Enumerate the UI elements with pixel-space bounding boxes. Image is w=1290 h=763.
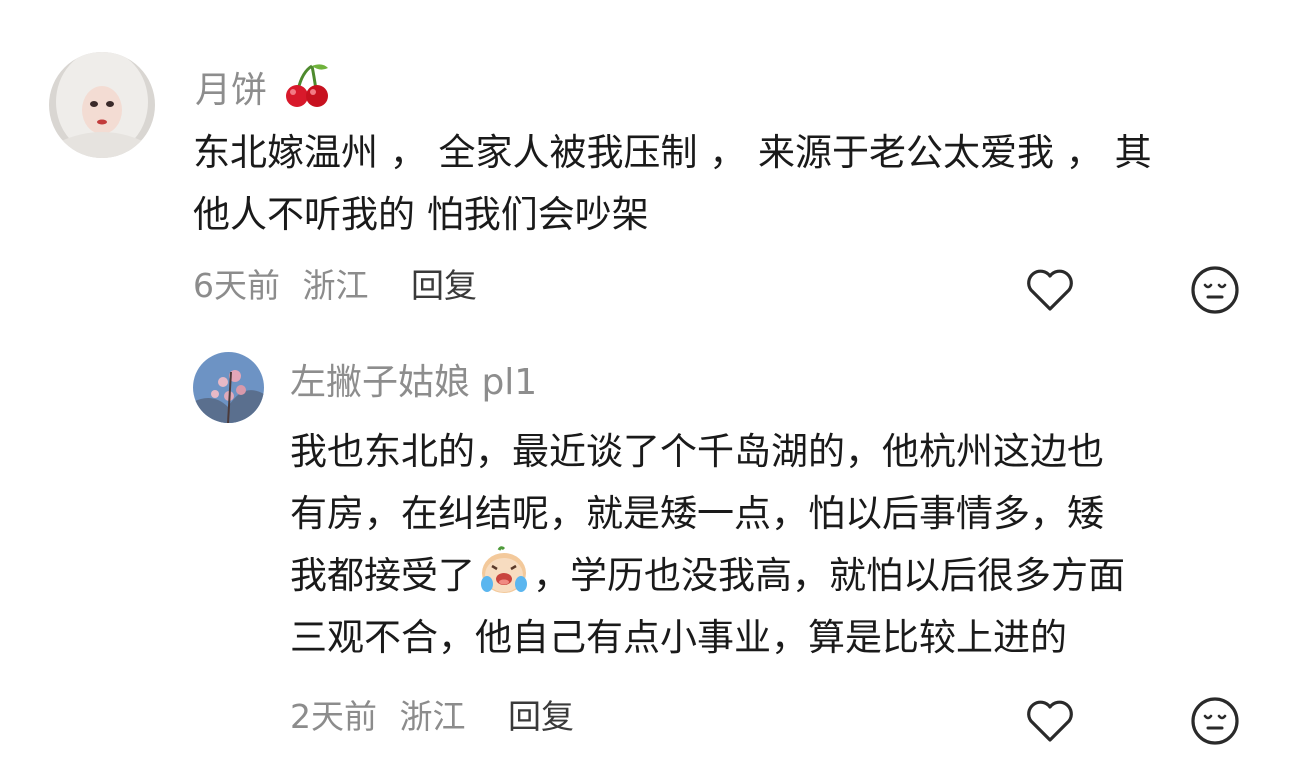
avatar-yuebing[interactable]: [49, 52, 155, 158]
unhappy-face-icon: [1191, 266, 1239, 314]
crying-sticker-icon: [477, 546, 531, 615]
heart-like-icon: [1027, 269, 1073, 311]
comment-line: 东北嫁温州 ， 全家人被我压制 ， 来源于老公太爱我 ， 其: [193, 131, 1152, 174]
reply-line: 三观不合，他自己有点小事业，算是比较上进的: [290, 616, 1067, 659]
comment-reply-button[interactable]: 回复: [411, 266, 477, 305]
reply-username[interactable]: 左撇子姑娘 pl1: [290, 361, 537, 405]
cherries-icon: [282, 60, 332, 121]
reply-line: 我都接受了 ，学历也没我高，就怕以后很多方面: [290, 545, 1125, 607]
heart-like-icon: [1027, 700, 1073, 742]
reply-location: 浙江: [399, 697, 466, 736]
avatar-zuopiezi[interactable]: [193, 352, 264, 423]
reply-reply-button[interactable]: 回复: [508, 697, 574, 736]
reply-like-button[interactable]: [1022, 693, 1078, 749]
comment-line: 他人不听我的 怕我们会吵架: [193, 193, 649, 236]
comment-username[interactable]: 月饼: [195, 60, 332, 121]
unhappy-face-icon: [1191, 697, 1239, 745]
reply-dislike-button[interactable]: [1187, 693, 1243, 749]
like-button[interactable]: [1022, 262, 1078, 318]
reply-content: 我也东北的，最近谈了个千岛湖的，他杭州这边也 有房，在纠结呢，就是矮一点，怕以后…: [290, 421, 1125, 669]
reply-meta: 2天前 浙江 回复: [290, 697, 574, 737]
dislike-button[interactable]: [1187, 262, 1243, 318]
reply-line: 有房，在纠结呢，就是矮一点，怕以后事情多，矮: [290, 492, 1104, 535]
comment-location: 浙江: [302, 266, 369, 305]
comment-time: 6天前: [193, 266, 280, 305]
reply-line: 我也东北的，最近谈了个千岛湖的，他杭州这边也: [290, 430, 1104, 473]
comment-meta: 6天前 浙江 回复: [193, 266, 477, 306]
comment-content: 东北嫁温州 ， 全家人被我压制 ， 来源于老公太爱我 ， 其 他人不听我的 怕我…: [193, 122, 1152, 246]
reply-time: 2天前: [290, 697, 377, 736]
